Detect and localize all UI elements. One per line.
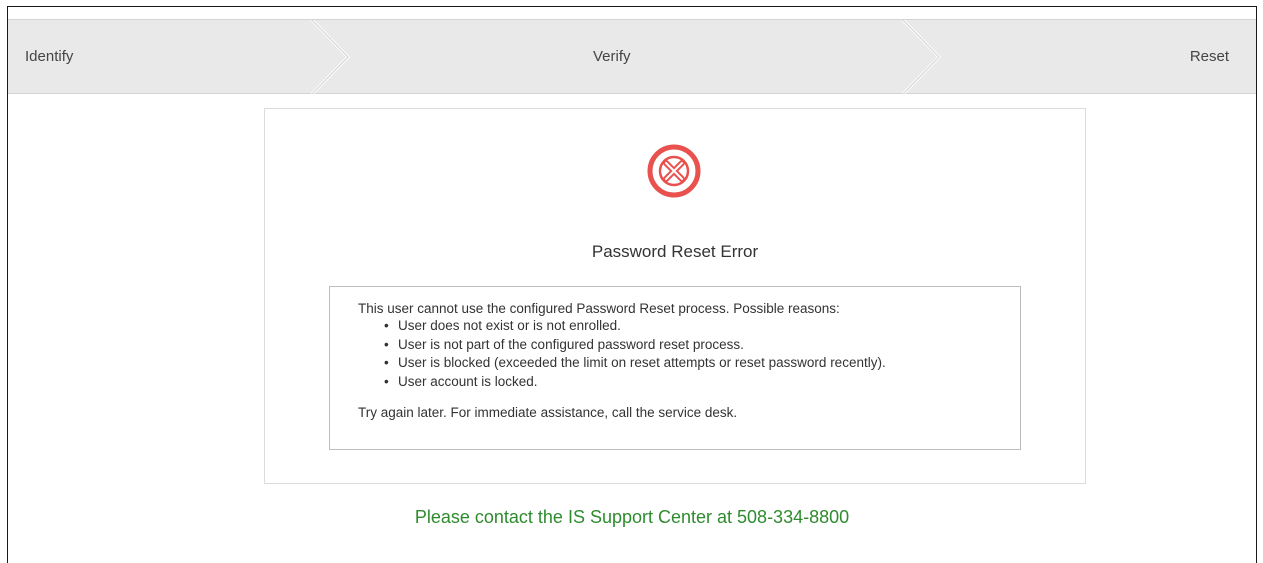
reason-item: User does not exist or is not enrolled. <box>384 317 1020 336</box>
progress-stepper: Identify Verify Reset <box>8 19 1256 95</box>
step-verify[interactable]: Verify <box>593 20 631 93</box>
error-message-footer: Try again later. For immediate assistanc… <box>358 405 738 420</box>
error-message-box: This user cannot use the configured Pass… <box>329 286 1021 450</box>
step-identify[interactable]: Identify <box>25 20 73 93</box>
reason-item: User account is locked. <box>384 373 1020 392</box>
error-message-heading: This user cannot use the configured Pass… <box>358 301 840 316</box>
error-card: Password Reset Error This user cannot us… <box>264 108 1086 484</box>
page-frame: Identify Verify Reset Password Reset Err… <box>7 6 1257 563</box>
support-contact-text: Please contact the IS Support Center at … <box>414 507 850 527</box>
reason-list: User does not exist or is not enrolled. … <box>358 317 1020 391</box>
error-circle-x-icon <box>647 144 701 198</box>
step-reset[interactable]: Reset <box>1190 20 1229 93</box>
reason-item: User is not part of the configured passw… <box>384 336 1020 355</box>
stepper-chevrons <box>310 20 942 95</box>
reason-item: User is blocked (exceeded the limit on r… <box>384 354 1020 373</box>
error-title: Password Reset Error <box>591 242 759 261</box>
